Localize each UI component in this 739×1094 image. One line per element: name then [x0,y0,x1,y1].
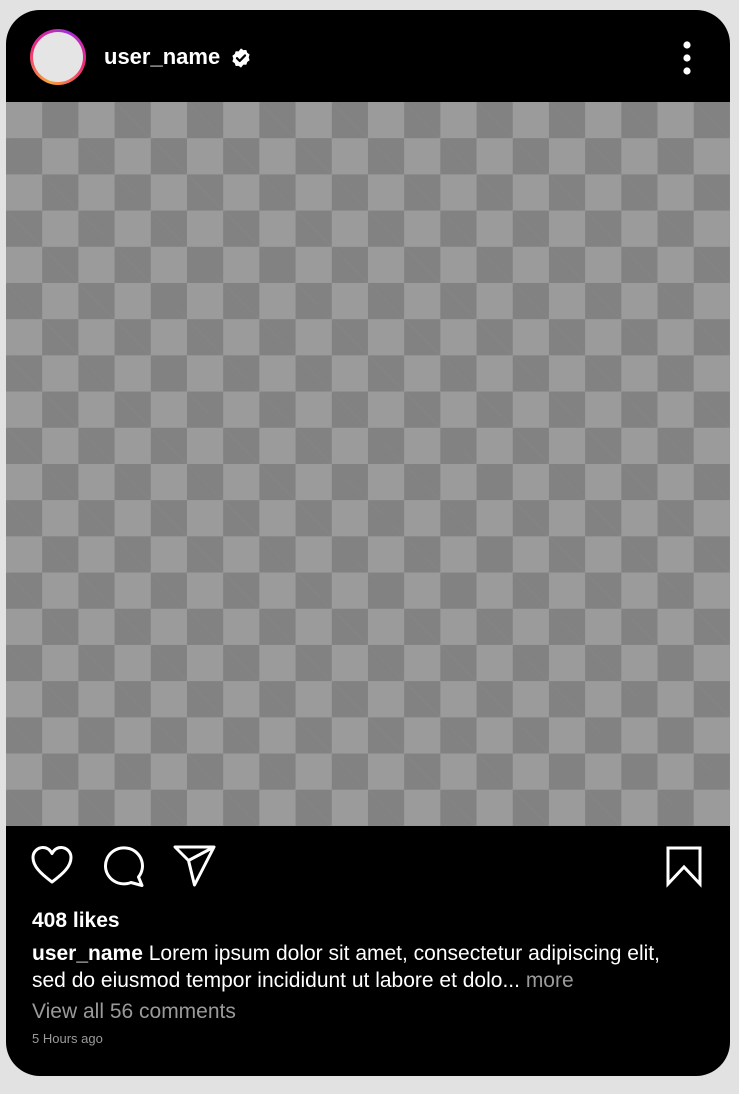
avatar-story-ring[interactable] [30,29,86,85]
verified-badge-icon [232,48,250,68]
post-card: user_name 408 likes user_name Lorem ipsu… [6,10,730,1076]
more-options-icon[interactable] [672,38,702,78]
caption: user_name Lorem ipsum dolor sit amet, co… [32,940,692,994]
avatar [33,32,83,82]
bookmark-icon[interactable] [662,844,706,888]
caption-username[interactable]: user_name [32,942,143,965]
post-username[interactable]: user_name [104,44,220,70]
paper-plane-icon[interactable] [172,844,216,888]
post-image-placeholder[interactable] [6,102,730,826]
likes-count[interactable]: 408 likes [32,908,120,934]
caption-more-link[interactable]: more [526,969,574,992]
comment-bubble-icon[interactable] [101,844,145,888]
view-comments-link[interactable]: View all 56 comments [32,999,236,1025]
heart-icon[interactable] [30,844,74,888]
post-timestamp: 5 Hours ago [32,1031,103,1046]
post-header: user_name [6,10,730,102]
